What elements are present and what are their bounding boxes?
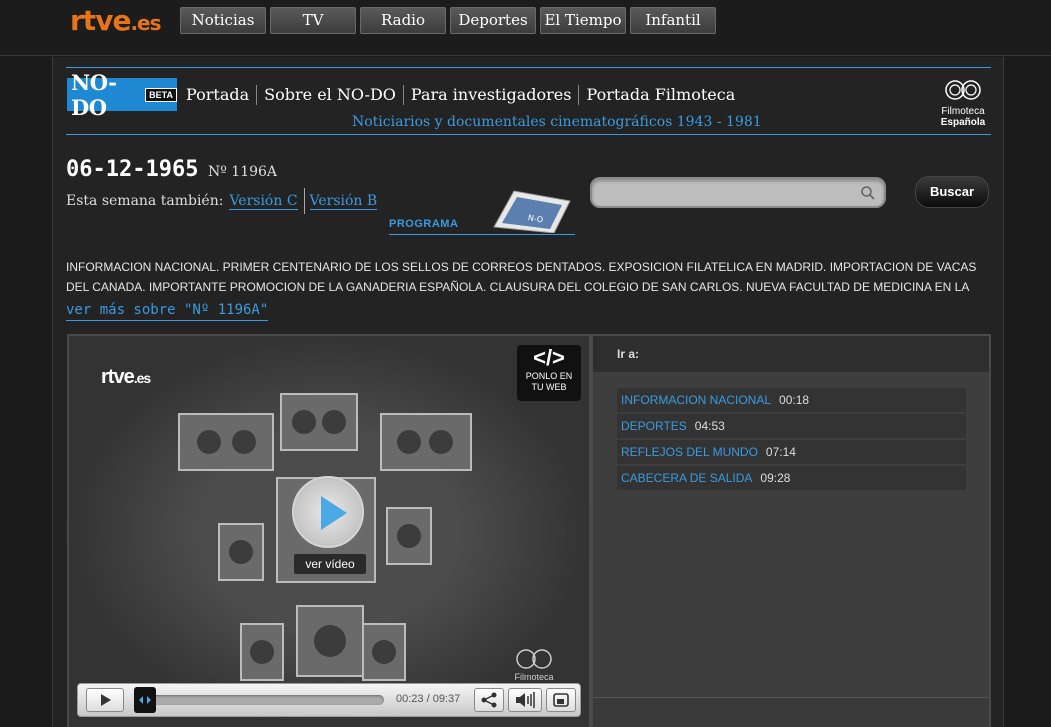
share-button[interactable] bbox=[474, 688, 504, 712]
chapter-item-deportes[interactable]: DEPORTES 04:53 bbox=[617, 414, 966, 438]
nav-radio[interactable]: Radio bbox=[360, 7, 446, 34]
chapter-footer bbox=[593, 697, 989, 727]
version-separator bbox=[303, 188, 305, 214]
section-tagline: Noticiarios y documentales cinematográfi… bbox=[352, 114, 762, 130]
logo-suffix: .es bbox=[130, 11, 161, 35]
chapter-name: REFLEJOS DEL MUNDO bbox=[621, 445, 758, 459]
video-player[interactable]: rtve.es </> PONLO EN TU WEB ver vídeo Fi… bbox=[67, 334, 591, 727]
embed-line1: PONLO EN bbox=[525, 371, 573, 381]
chapter-name: CABECERA DE SALIDA bbox=[621, 471, 753, 485]
nav-infantil[interactable]: Infantil bbox=[630, 7, 716, 34]
embed-code-icon: </> bbox=[533, 345, 565, 370]
also-label: Esta semana también: bbox=[66, 193, 224, 209]
chapter-item-informacion-nacional[interactable]: INFORMACION NACIONAL 00:18 bbox=[617, 388, 966, 412]
version-c-link[interactable]: Versión C bbox=[229, 193, 298, 210]
episode-date: 06-12-1965 bbox=[66, 157, 199, 182]
version-b-link[interactable]: Versión B bbox=[309, 193, 378, 210]
header-bottom-rule bbox=[66, 134, 991, 135]
subnav-portada[interactable]: Portada bbox=[186, 85, 258, 105]
play-button[interactable] bbox=[292, 476, 364, 548]
also-this-week: Esta semana también: Versión C Versión B bbox=[66, 188, 378, 214]
ver-video-label[interactable]: ver vídeo bbox=[294, 554, 366, 574]
logo-main: rtve bbox=[70, 4, 131, 37]
player-logo-suffix: .es bbox=[133, 370, 151, 386]
chapter-time: 07:14 bbox=[765, 445, 796, 459]
filmoteca-watermark-icon bbox=[516, 649, 552, 669]
header-top-rule bbox=[66, 67, 991, 68]
handle-arrows-icon bbox=[139, 696, 151, 704]
player-rtve-logo: rtve.es bbox=[101, 366, 151, 389]
embed-line2: TU WEB bbox=[531, 382, 567, 392]
chapter-name: INFORMACION NACIONAL bbox=[621, 393, 772, 407]
filmoteca-line2: Española bbox=[940, 117, 986, 128]
filmoteca-line1: Filmoteca bbox=[941, 106, 985, 117]
search-button[interactable]: Buscar bbox=[915, 176, 989, 208]
programa-label: PROGRAMA bbox=[389, 218, 459, 230]
ver-mas-link[interactable]: ver más sobre "Nº 1196A" bbox=[66, 302, 269, 321]
play-icon bbox=[101, 694, 111, 706]
fullscreen-icon bbox=[553, 693, 569, 707]
nav-el-tiempo[interactable]: El Tiempo bbox=[540, 7, 626, 34]
chapter-heading: Ir a: bbox=[617, 347, 640, 361]
share-icon bbox=[481, 692, 497, 708]
chapter-name: DEPORTES bbox=[621, 419, 687, 433]
search-icon[interactable] bbox=[860, 185, 876, 201]
programa-underline bbox=[389, 234, 575, 235]
progress-bar[interactable] bbox=[142, 695, 384, 705]
main-nav: Noticias TV Radio Deportes El Tiempo Inf… bbox=[180, 7, 716, 34]
rtve-logo[interactable]: rtve.es bbox=[70, 4, 162, 37]
chapter-item-cabecera-de-salida[interactable]: CABECERA DE SALIDA 09:28 bbox=[617, 466, 966, 490]
subnav-investigadores[interactable]: Para investigadores bbox=[404, 85, 580, 105]
chapter-header: Ir a: bbox=[593, 336, 989, 372]
player-controls: 00:23 / 09:37 bbox=[77, 683, 581, 717]
episode-number: Nº 1196A bbox=[208, 164, 278, 180]
section-nav: Portada Sobre el NO-DO Para investigador… bbox=[186, 85, 742, 105]
top-bar: rtve.es Noticias TV Radio Deportes El Ti… bbox=[0, 0, 1051, 56]
nav-tv[interactable]: TV bbox=[270, 7, 356, 34]
volume-button[interactable] bbox=[508, 688, 542, 712]
chapter-time: 04:53 bbox=[694, 419, 725, 433]
episode-summary: INFORMACION NACIONAL. PRIMER CENTENARIO … bbox=[66, 260, 977, 294]
nodo-logo-text: NO-DO bbox=[71, 69, 117, 120]
volume-icon bbox=[516, 692, 535, 708]
subnav-sobre-nodo[interactable]: Sobre el NO-DO bbox=[257, 85, 404, 105]
watermark-text: Filmoteca bbox=[514, 672, 554, 682]
play-pause-button[interactable] bbox=[86, 688, 124, 712]
programa-thumbnail-icon: N-O bbox=[493, 190, 571, 233]
programa-link[interactable]: N-O PROGRAMA bbox=[389, 187, 575, 235]
search-input[interactable] bbox=[590, 177, 886, 208]
embed-button[interactable]: </> PONLO EN TU WEB bbox=[517, 345, 581, 401]
nav-deportes[interactable]: Deportes bbox=[450, 7, 536, 34]
beta-badge: BETA bbox=[145, 87, 177, 102]
filmoteca-logo[interactable]: Filmoteca Española bbox=[933, 79, 993, 128]
filmoteca-swirl-icon bbox=[945, 80, 981, 100]
nodo-logo[interactable]: NO-DO BETA bbox=[67, 70, 177, 120]
subnav-portada-filmoteca[interactable]: Portada Filmoteca bbox=[579, 85, 742, 105]
fullscreen-button[interactable] bbox=[546, 688, 576, 712]
player-logo-main: rtve bbox=[101, 366, 135, 388]
chapter-item-reflejos-del-mundo[interactable]: REFLEJOS DEL MUNDO 07:14 bbox=[617, 440, 966, 464]
time-display: 00:23 / 09:37 bbox=[396, 693, 461, 705]
main-content: NO-DO BETA Portada Sobre el NO-DO Para i… bbox=[52, 57, 1004, 727]
progress-handle[interactable] bbox=[134, 687, 156, 713]
chapter-time: 09:28 bbox=[760, 471, 791, 485]
chapter-list: Ir a: INFORMACION NACIONAL 00:18 DEPORTES… bbox=[591, 334, 991, 727]
filmoteca-watermark: Filmoteca bbox=[509, 648, 559, 682]
nav-noticias[interactable]: Noticias bbox=[180, 7, 266, 34]
chapter-time: 00:18 bbox=[779, 393, 810, 407]
